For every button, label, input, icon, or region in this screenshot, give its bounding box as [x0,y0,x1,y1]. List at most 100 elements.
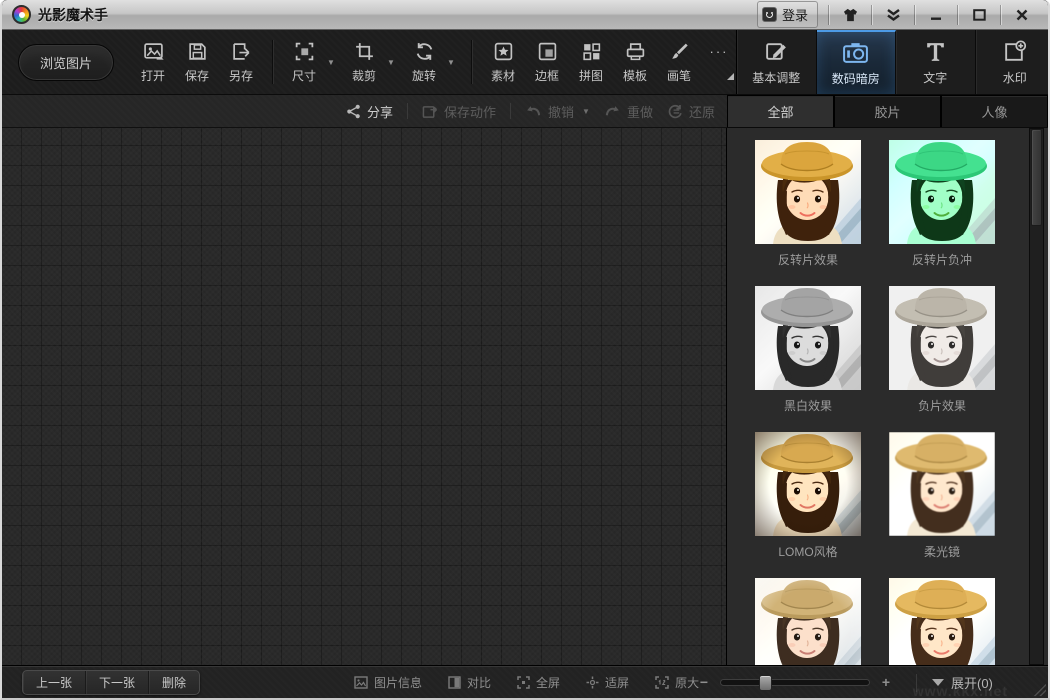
effect-thumbnail[interactable] [755,432,861,536]
redo-button[interactable]: 重做 [604,102,653,121]
undo-dropdown-arrow[interactable]: ▼ [582,107,590,116]
tab-digital-darkroom[interactable]: 数码暗房 [817,30,897,94]
divider [914,5,915,25]
effect-thumbnail[interactable] [755,286,861,390]
effect-label: 柔光镜 [924,543,960,560]
effect-label: 黑白效果 [784,397,832,414]
resize-dropdown-arrow[interactable]: ▼ [327,39,337,85]
effect-thumbnail[interactable] [889,578,995,665]
collapse-button[interactable] [873,0,913,29]
portrait-preview-image [755,140,861,244]
effect-item-soft[interactable]: 柔光镜 [889,432,995,578]
tab-label: 数码暗房 [832,70,880,87]
save-label: 保存 [185,67,209,84]
next-image-button[interactable]: 下一张 [86,671,149,694]
fit-screen-button[interactable]: 适屏 [586,674,629,691]
app-title: 光影魔术手 [38,5,108,25]
sticker-label: 素材 [491,67,515,84]
save-action-button[interactable]: 保存动作 [422,102,496,121]
category-tab-all[interactable]: 全部 [727,95,834,127]
divider [471,40,472,84]
effect-item-reversal[interactable]: 反转片效果 [755,140,861,286]
fit-screen-icon [586,676,599,689]
effect-thumbnail[interactable] [755,578,861,665]
fullscreen-icon [517,676,530,689]
tab-watermark[interactable]: 水印 [976,30,1050,94]
undo-button[interactable]: 撤销 ▼ [525,102,590,121]
save-action-label: 保存动作 [444,102,496,121]
expand-button[interactable]: 展开(0) [932,673,993,692]
crop-icon [354,41,375,62]
share-button[interactable]: 分享 [346,102,393,121]
scrollbar-thumb[interactable] [1031,129,1042,226]
effect-thumbnail[interactable] [889,140,995,244]
maximize-button[interactable] [959,0,999,29]
compare-icon [448,676,461,689]
close-icon [1016,9,1028,21]
close-button[interactable] [1002,0,1042,29]
effect-thumbnail[interactable] [889,432,995,536]
restore-button[interactable]: 还原 [667,102,715,121]
effect-category-tabs: 全部 胶片 人像 [727,95,1048,128]
effect-item-lomo[interactable]: LOMO风格 [755,432,861,578]
brush-button[interactable]: 画笔 [658,37,700,88]
redo-label: 重做 [627,102,653,121]
zoom-slider[interactable] [720,679,870,686]
zoom-in-button[interactable]: + [878,674,894,690]
tab-text[interactable]: 文字 [896,30,976,94]
open-button[interactable]: 打开 [132,37,174,88]
crop-dropdown-arrow[interactable]: ▼ [387,39,397,85]
portrait-preview-image [889,578,995,665]
portrait-preview-image [889,432,995,536]
maximize-icon [973,9,986,21]
effect-item-bright[interactable] [889,578,995,665]
save-as-button[interactable]: 另存 [220,37,262,88]
effect-item-negative[interactable]: 负片效果 [889,286,995,432]
rotate-button[interactable]: 旋转 [403,37,445,88]
category-tab-portrait[interactable]: 人像 [941,95,1048,127]
fit-screen-label: 适屏 [605,674,629,691]
frame-button[interactable]: 边框 [526,37,568,88]
fullscreen-button[interactable]: 全屏 [517,674,560,691]
save-button[interactable]: 保存 [176,37,218,88]
tshirt-icon [843,8,858,22]
rotate-dropdown-arrow[interactable]: ▼ [447,39,457,85]
effect-thumbnail[interactable] [755,140,861,244]
title-bar: 光影魔术手 登录 [2,0,1048,30]
divider [828,5,829,25]
divider [407,103,408,119]
delete-image-button[interactable]: 删除 [149,671,199,694]
original-size-button[interactable]: 原大 [655,674,699,691]
sticker-button[interactable]: 素材 [482,37,524,88]
image-canvas[interactable] [2,128,727,665]
sticker-icon [493,41,514,62]
image-nav-group: 上一张 下一张 删除 [22,670,200,695]
effect-thumbnail[interactable] [889,286,995,390]
resize-label: 尺寸 [292,67,316,84]
browse-images-button[interactable]: 浏览图片 [18,44,114,81]
crop-button[interactable]: 裁剪 [343,37,385,88]
resize-button[interactable]: 尺寸 [283,37,325,88]
restore-icon [667,104,683,119]
prev-image-button[interactable]: 上一张 [23,671,86,694]
brush-icon [669,41,690,62]
tab-basic-adjust[interactable]: 基本调整 [737,30,817,94]
login-button[interactable]: 登录 [757,1,818,28]
panel-scrollbar[interactable] [1029,128,1044,665]
effect-item-bw[interactable]: 黑白效果 [755,286,861,432]
template-button[interactable]: 模板 [614,37,656,88]
more-tools-button[interactable]: ··· [702,45,736,80]
category-tab-film[interactable]: 胶片 [834,95,941,127]
effect-item-crossprocess[interactable]: 反转片负冲 [889,140,995,286]
resize-grip[interactable] [1034,684,1046,696]
rotate-icon [414,41,435,62]
effect-item-glow[interactable] [755,578,861,665]
minimize-button[interactable] [916,0,956,29]
zoom-out-button[interactable]: − [696,674,712,690]
watermark-plus-icon [1002,39,1027,64]
skin-button[interactable] [830,0,870,29]
image-info-button[interactable]: 图片信息 [354,674,422,691]
zoom-slider-thumb[interactable] [759,675,772,691]
collage-button[interactable]: 拼图 [570,37,612,88]
compare-button[interactable]: 对比 [448,674,491,691]
